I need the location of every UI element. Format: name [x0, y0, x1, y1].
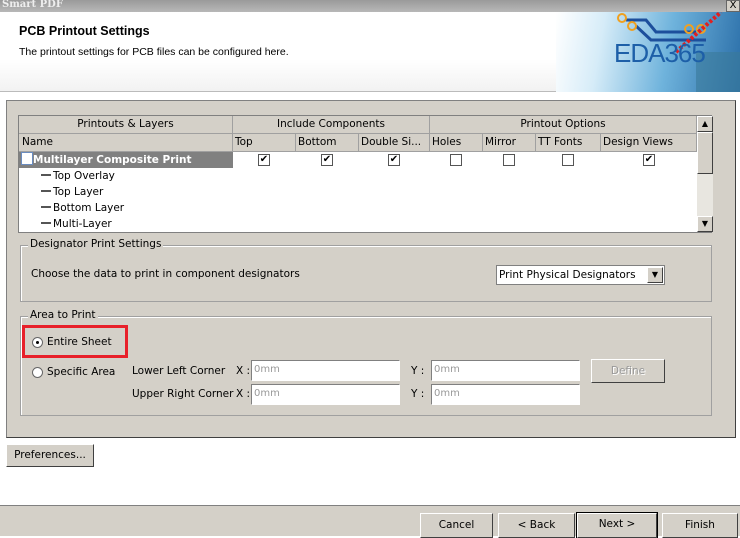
- checkbox-bottom[interactable]: ✔: [321, 154, 333, 166]
- designator-select[interactable]: Print Physical Designators ▼: [496, 265, 665, 285]
- checkbox-design-views[interactable]: ✔: [643, 154, 655, 166]
- finish-button[interactable]: Finish: [662, 513, 738, 538]
- checkbox-top[interactable]: ✔: [258, 154, 270, 166]
- cancel-button[interactable]: Cancel: [420, 513, 493, 538]
- column-header-design-views[interactable]: Design Views: [601, 134, 697, 152]
- checkbox-holes[interactable]: [450, 154, 462, 166]
- layer-icon: [41, 174, 51, 176]
- eda365-logo: EDA365: [556, 12, 740, 92]
- row-name: Multilayer Composite Print: [33, 154, 192, 166]
- scroll-up-arrow-icon[interactable]: ▲: [697, 116, 713, 132]
- preferences-button[interactable]: Preferences...: [6, 444, 94, 467]
- column-header-mirror[interactable]: Mirror: [483, 134, 536, 152]
- entire-sheet-radio[interactable]: [32, 337, 43, 348]
- layer-icon: [41, 222, 51, 224]
- designator-selected-value: Print Physical Designators: [499, 269, 636, 281]
- define-button[interactable]: Define: [591, 359, 665, 383]
- table-row[interactable]: Multi-Layer: [19, 216, 112, 232]
- column-header-bottom[interactable]: Bottom: [296, 134, 359, 152]
- layer-icon: [41, 190, 51, 192]
- close-button[interactable]: X: [726, 0, 740, 12]
- table-row[interactable]: Multilayer Composite Print: [19, 152, 233, 168]
- column-header-name[interactable]: Name: [19, 134, 233, 152]
- checkbox-tt-fonts[interactable]: [562, 154, 574, 166]
- designator-prompt: Choose the data to print in component de…: [31, 268, 300, 280]
- printouts-grid[interactable]: Printouts & Layers Include Components Pr…: [18, 115, 713, 233]
- page-title: PCB Printout Settings: [19, 24, 150, 38]
- table-row[interactable]: Bottom Layer: [19, 200, 124, 216]
- lower-left-y-input[interactable]: 0mm: [431, 360, 580, 381]
- upper-right-x-input[interactable]: 0mm: [251, 384, 400, 405]
- specific-area-radio[interactable]: [32, 367, 43, 378]
- ll-y-label: Y :: [411, 365, 425, 377]
- specific-area-label[interactable]: Specific Area: [47, 366, 115, 378]
- next-button[interactable]: Next >: [576, 512, 658, 538]
- row-name: Multi-Layer: [53, 218, 112, 230]
- column-header-double-sided[interactable]: Double Si...: [359, 134, 430, 152]
- column-header-top[interactable]: Top: [233, 134, 296, 152]
- chevron-down-icon[interactable]: ▼: [647, 267, 663, 283]
- layer-icon: [41, 206, 51, 208]
- row-name: Top Layer: [53, 186, 104, 198]
- vertical-scrollbar[interactable]: ▲ ▼: [697, 116, 713, 232]
- scroll-thumb[interactable]: [697, 132, 713, 174]
- back-button[interactable]: < Back: [498, 513, 575, 538]
- group-header-components: Include Components: [233, 116, 430, 134]
- lower-left-label: Lower Left Corner: [132, 365, 226, 377]
- scroll-down-arrow-icon[interactable]: ▼: [697, 216, 713, 232]
- row-name: Top Overlay: [53, 170, 115, 182]
- checkbox-mirror[interactable]: [503, 154, 515, 166]
- table-row[interactable]: Top Layer: [19, 184, 103, 200]
- ur-x-label: X :: [236, 388, 251, 400]
- column-header-tt-fonts[interactable]: TT Fonts: [536, 134, 601, 152]
- group-header-options: Printout Options: [430, 116, 697, 134]
- entire-sheet-label[interactable]: Entire Sheet: [47, 336, 112, 348]
- upper-right-label: Upper Right Corner: [132, 388, 234, 400]
- designator-group-label: Designator Print Settings: [28, 238, 164, 250]
- document-icon: [21, 152, 33, 165]
- window-title: Smart PDF: [2, 0, 63, 10]
- ur-y-label: Y :: [411, 388, 425, 400]
- column-header-holes[interactable]: Holes: [430, 134, 483, 152]
- title-bar: Smart PDF: [0, 0, 740, 12]
- upper-right-y-input[interactable]: 0mm: [431, 384, 580, 405]
- lower-left-x-input[interactable]: 0mm: [251, 360, 400, 381]
- row-name: Bottom Layer: [53, 202, 125, 214]
- table-row[interactable]: Top Overlay: [19, 168, 115, 184]
- area-group-label: Area to Print: [28, 309, 98, 321]
- ll-x-label: X :: [236, 365, 251, 377]
- logo-text: EDA365: [614, 38, 706, 68]
- page-subtitle: The printout settings for PCB files can …: [19, 46, 289, 58]
- group-header-printouts: Printouts & Layers: [19, 116, 233, 134]
- checkbox-double-sided[interactable]: ✔: [388, 154, 400, 166]
